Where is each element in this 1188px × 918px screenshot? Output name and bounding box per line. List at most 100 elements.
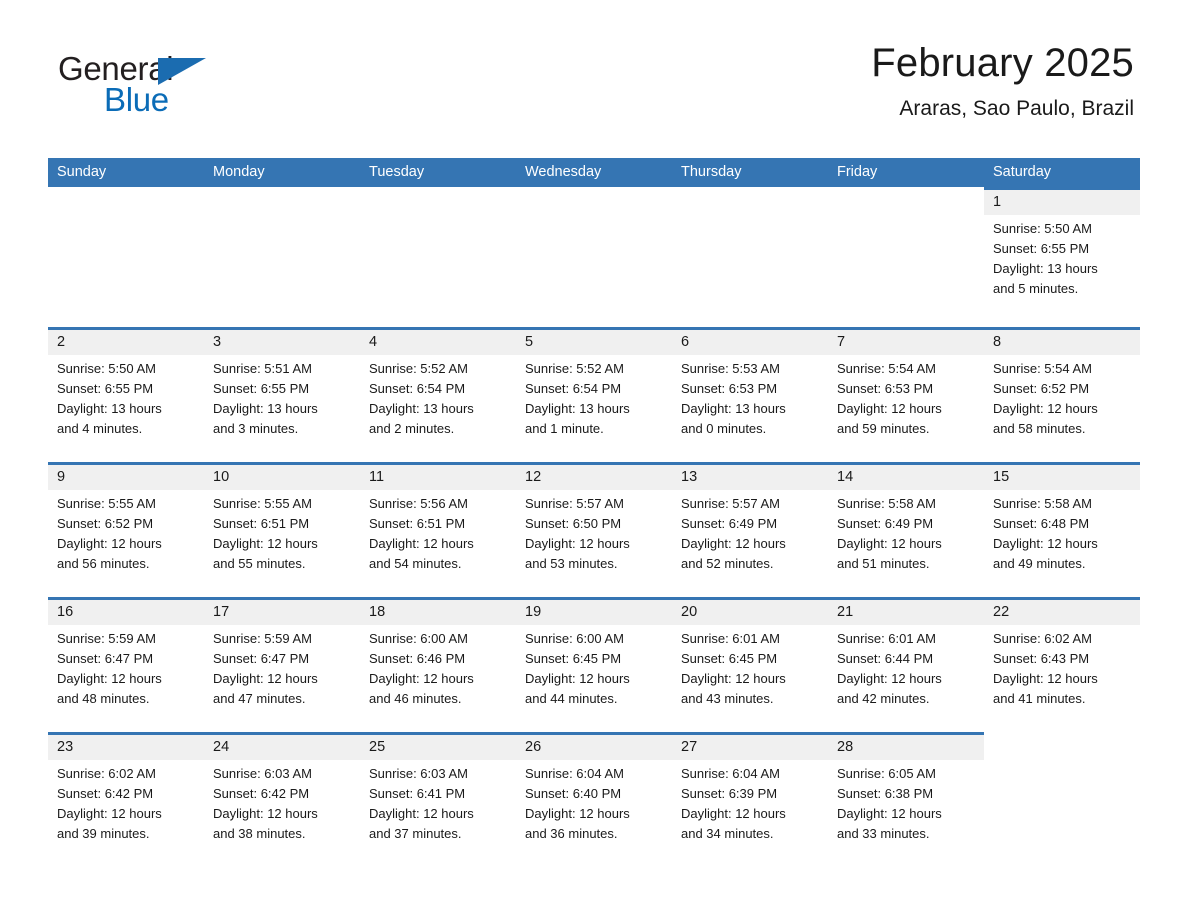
sunset-text: Sunset: 6:53 PM [837,381,934,396]
sunrise-text: Sunrise: 6:00 AM [525,631,624,646]
sunrise-text: Sunrise: 5:56 AM [369,496,468,511]
daylight-line-1-text: Daylight: 12 hours [837,806,942,821]
daylight-line-2-text: and 38 minutes. [213,826,306,841]
daylight-line-1-text: Daylight: 13 hours [213,401,318,416]
calendar-day-cell[interactable]: 2 Sunrise: 5:50 AM Sunset: 6:55 PM Daylight… [48,327,204,439]
sunset-text: Sunset: 6:51 PM [213,516,310,531]
sunrise-text: Sunrise: 6:03 AM [213,766,312,781]
weekday-header-sunday: Sunday [57,164,107,180]
day-number: 9 [48,465,204,490]
daylight-line-2-text: and 41 minutes. [993,691,1086,706]
weekday-header-friday: Friday [837,164,878,180]
sunrise-text: Sunrise: 6:03 AM [369,766,468,781]
weekday-header-saturday: Saturday [993,164,1052,180]
daylight-line-1-text: Daylight: 12 hours [213,806,318,821]
calendar-weeks: 1 Sunrise: 5:50 AM Sunset: 6:55 PM Daylight… [48,187,1140,867]
sunset-text: Sunset: 6:42 PM [213,786,310,801]
calendar-day-cell[interactable]: 20 Sunrise: 6:01 AM Sunset: 6:45 PM Dayligh… [672,597,828,709]
sunset-text: Sunset: 6:53 PM [681,381,778,396]
calendar-day-cell[interactable]: 10 Sunrise: 5:55 AM Sunset: 6:51 PM Dayligh… [204,462,360,574]
sunrise-text: Sunrise: 5:52 AM [369,361,468,376]
day-number: 3 [204,330,360,355]
daylight-line-2-text: and 51 minutes. [837,556,930,571]
daylight-line-1-text: Daylight: 12 hours [213,671,318,686]
calendar-day-cell[interactable]: 27 Sunrise: 6:04 AM Sunset: 6:39 PM Dayligh… [672,732,828,844]
daylight-line-2-text: and 52 minutes. [681,556,774,571]
day-details: Sunrise: 6:05 AM Sunset: 6:38 PM Daylight:… [828,760,984,844]
sunrise-text: Sunrise: 5:57 AM [681,496,780,511]
calendar-day-cell[interactable]: 25 Sunrise: 6:03 AM Sunset: 6:41 PM Dayligh… [360,732,516,844]
daylight-line-1-text: Daylight: 12 hours [57,806,162,821]
calendar-day-cell[interactable]: 9 Sunrise: 5:55 AM Sunset: 6:52 PM Daylight… [48,462,204,574]
calendar-day-cell[interactable]: 13 Sunrise: 5:57 AM Sunset: 6:49 PM Dayligh… [672,462,828,574]
daylight-line-1-text: Daylight: 12 hours [837,536,942,551]
day-number: 28 [828,735,984,760]
sunset-text: Sunset: 6:54 PM [525,381,622,396]
calendar-day-cell[interactable]: 22 Sunrise: 6:02 AM Sunset: 6:43 PM Dayligh… [984,597,1140,709]
calendar-day-cell[interactable]: 14 Sunrise: 5:58 AM Sunset: 6:49 PM Dayligh… [828,462,984,574]
calendar-day-cell[interactable]: 19 Sunrise: 6:00 AM Sunset: 6:45 PM Dayligh… [516,597,672,709]
sunset-text: Sunset: 6:52 PM [993,381,1090,396]
calendar-day-cell[interactable]: 7 Sunrise: 5:54 AM Sunset: 6:53 PM Daylight… [828,327,984,439]
day-details: Sunrise: 5:59 AM Sunset: 6:47 PM Daylight:… [48,625,204,709]
calendar-day-cell[interactable]: 21 Sunrise: 6:01 AM Sunset: 6:44 PM Dayligh… [828,597,984,709]
weekday-header-tuesday: Tuesday [369,164,425,180]
calendar-day-cell[interactable]: 8 Sunrise: 5:54 AM Sunset: 6:52 PM Daylight… [984,327,1140,439]
day-number: 27 [672,735,828,760]
day-details: Sunrise: 5:57 AM Sunset: 6:50 PM Daylight:… [516,490,672,574]
day-details: Sunrise: 5:55 AM Sunset: 6:52 PM Daylight:… [48,490,204,574]
sunrise-text: Sunrise: 6:02 AM [57,766,156,781]
calendar-week-row: 1 Sunrise: 5:50 AM Sunset: 6:55 PM Daylight… [48,187,1140,327]
daylight-line-1-text: Daylight: 12 hours [837,401,942,416]
day-details: Sunrise: 5:52 AM Sunset: 6:54 PM Daylight:… [360,355,516,439]
calendar-day-cell[interactable]: 12 Sunrise: 5:57 AM Sunset: 6:50 PM Dayligh… [516,462,672,574]
daylight-line-1-text: Daylight: 13 hours [525,401,630,416]
sunrise-text: Sunrise: 5:52 AM [525,361,624,376]
calendar-day-cell[interactable]: 23 Sunrise: 6:02 AM Sunset: 6:42 PM Dayligh… [48,732,204,844]
page-subtitle: Araras, Sao Paulo, Brazil [899,97,1134,121]
sunset-text: Sunset: 6:55 PM [213,381,310,396]
day-number: 18 [360,600,516,625]
day-number: 26 [516,735,672,760]
brand-logo[interactable]: General Blue [58,52,358,132]
calendar-day-cell[interactable]: 6 Sunrise: 5:53 AM Sunset: 6:53 PM Daylight… [672,327,828,439]
calendar-day-cell[interactable]: 17 Sunrise: 5:59 AM Sunset: 6:47 PM Dayligh… [204,597,360,709]
week-days: 2 Sunrise: 5:50 AM Sunset: 6:55 PM Daylight… [48,327,1140,439]
daylight-line-1-text: Daylight: 12 hours [57,671,162,686]
calendar-week-row: 2 Sunrise: 5:50 AM Sunset: 6:55 PM Daylight… [48,327,1140,462]
calendar-day-cell[interactable]: 11 Sunrise: 5:56 AM Sunset: 6:51 PM Dayligh… [360,462,516,574]
calendar-day-cell[interactable]: 24 Sunrise: 6:03 AM Sunset: 6:42 PM Dayligh… [204,732,360,844]
day-number: 6 [672,330,828,355]
calendar-day-cell[interactable]: 15 Sunrise: 5:58 AM Sunset: 6:48 PM Dayligh… [984,462,1140,574]
day-number [516,190,672,215]
week-separator [984,187,1140,190]
day-number: 4 [360,330,516,355]
daylight-line-2-text: and 56 minutes. [57,556,150,571]
weekday-header-thursday: Thursday [681,164,742,180]
day-details: Sunrise: 5:59 AM Sunset: 6:47 PM Daylight:… [204,625,360,709]
week-days: 9 Sunrise: 5:55 AM Sunset: 6:52 PM Daylight… [48,462,1140,574]
calendar-day-cell[interactable]: 5 Sunrise: 5:52 AM Sunset: 6:54 PM Daylight… [516,327,672,439]
calendar-day-cell[interactable]: 16 Sunrise: 5:59 AM Sunset: 6:47 PM Dayligh… [48,597,204,709]
daylight-line-1-text: Daylight: 12 hours [525,806,630,821]
daylight-line-2-text: and 39 minutes. [57,826,150,841]
calendar-day-cell[interactable]: 4 Sunrise: 5:52 AM Sunset: 6:54 PM Daylight… [360,327,516,439]
daylight-line-2-text: and 53 minutes. [525,556,618,571]
sunset-text: Sunset: 6:47 PM [213,651,310,666]
daylight-line-1-text: Daylight: 12 hours [681,536,786,551]
day-number: 13 [672,465,828,490]
day-number: 17 [204,600,360,625]
day-number: 21 [828,600,984,625]
day-number: 7 [828,330,984,355]
weekday-header-row: Sunday Monday Tuesday Wednesday Thursday Frid… [48,158,1140,187]
calendar-day-cell[interactable]: 1 Sunrise: 5:50 AM Sunset: 6:55 PM Daylight… [984,187,1140,299]
calendar-day-cell[interactable]: 28 Sunrise: 6:05 AM Sunset: 6:38 PM Dayligh… [828,732,984,844]
sunset-text: Sunset: 6:43 PM [993,651,1090,666]
sunrise-text: Sunrise: 5:51 AM [213,361,312,376]
calendar-day-cell[interactable]: 3 Sunrise: 5:51 AM Sunset: 6:55 PM Daylight… [204,327,360,439]
calendar-day-cell[interactable]: 26 Sunrise: 6:04 AM Sunset: 6:40 PM Dayligh… [516,732,672,844]
sunset-text: Sunset: 6:41 PM [369,786,466,801]
calendar-day-cell[interactable]: 18 Sunrise: 6:00 AM Sunset: 6:46 PM Dayligh… [360,597,516,709]
daylight-line-2-text: and 2 minutes. [369,421,455,436]
daylight-line-1-text: Daylight: 12 hours [369,536,474,551]
